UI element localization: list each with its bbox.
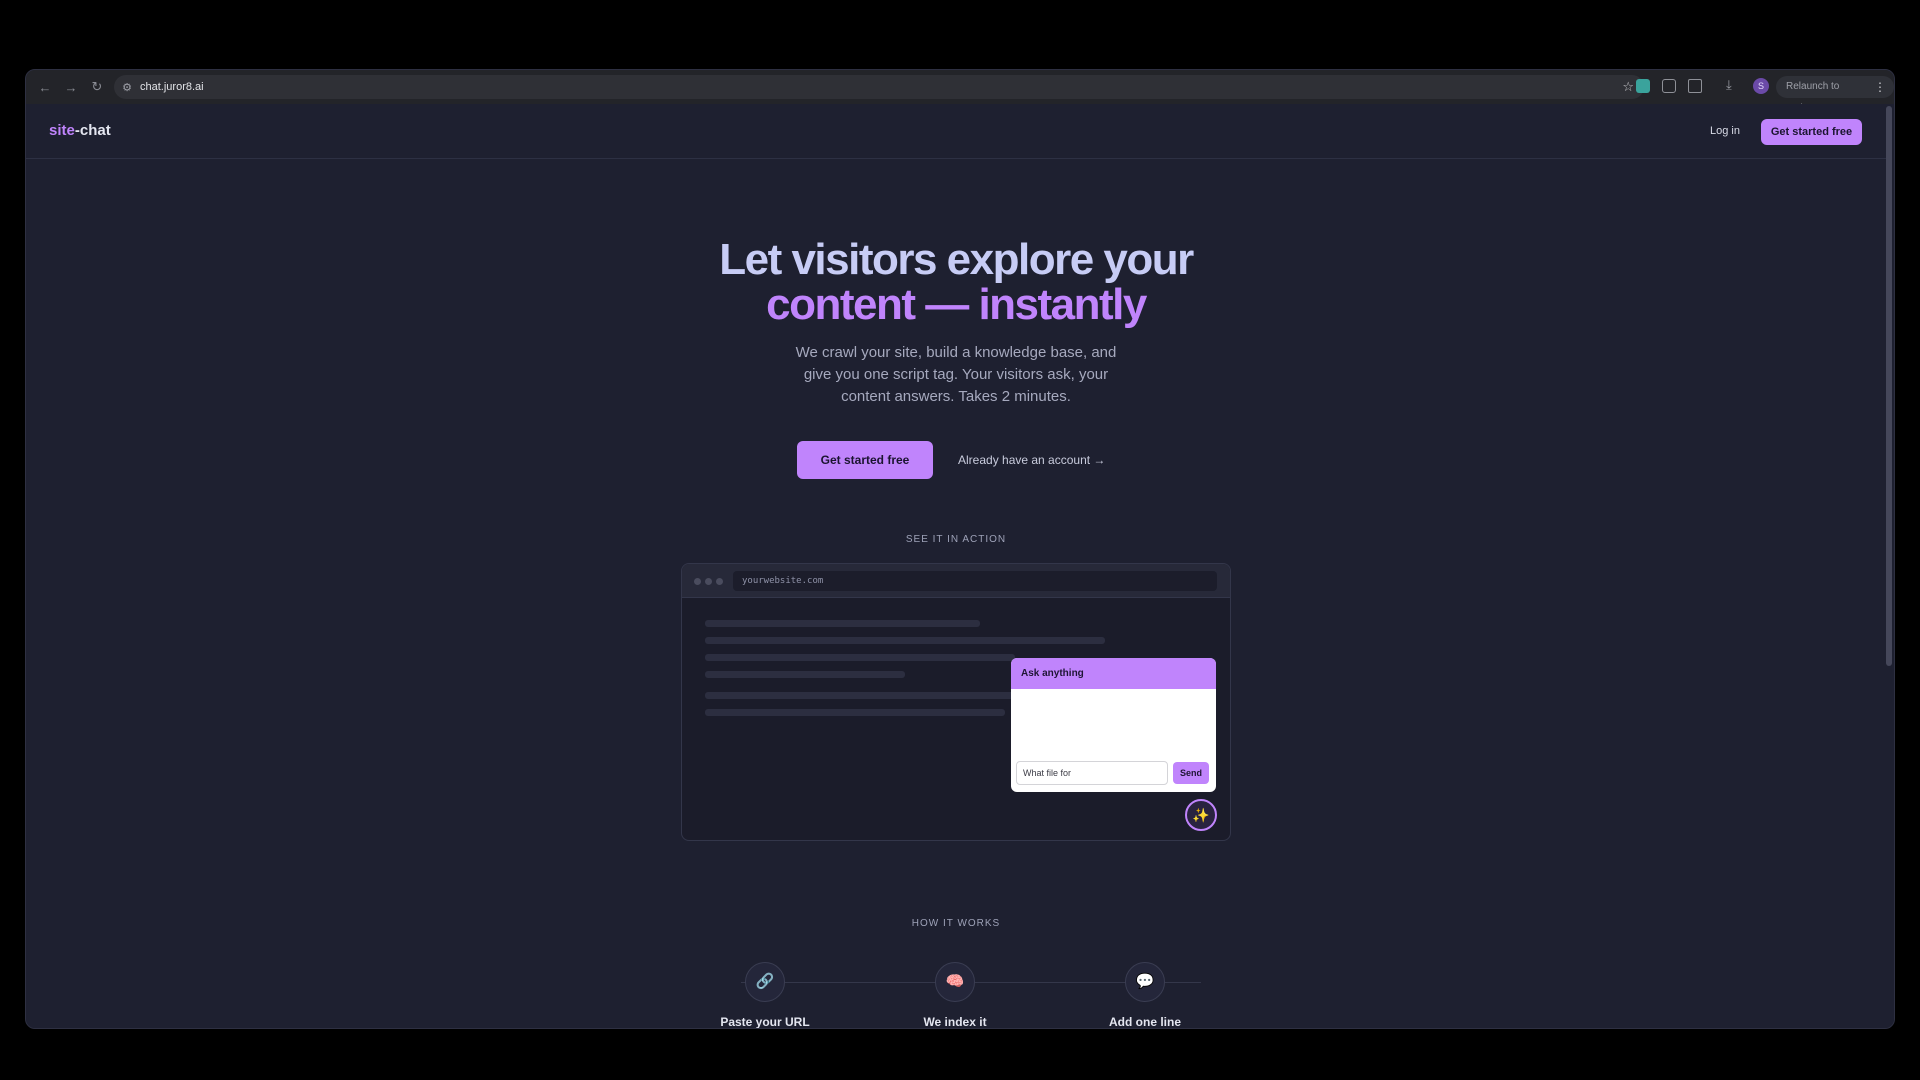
relaunch-button[interactable]: Relaunch to update ⋮ <box>1776 76 1894 114</box>
sparkle-icon[interactable]: ✨ <box>1185 799 1217 831</box>
browser-toolbar: ← → ↻ ⚙ chat.juror8.ai ☆ ⤓ S Relaunch to… <box>26 70 1894 114</box>
step-label: We index it <box>923 1015 987 1029</box>
site-header: site-chat Log in Get started free <box>26 104 1886 159</box>
chat-title: Ask anything <box>1011 658 1216 689</box>
window-dot <box>716 578 723 585</box>
login-link[interactable]: Log in <box>1710 125 1740 137</box>
existing-account-link[interactable]: Already have an account → <box>958 453 1105 467</box>
skeleton-line <box>705 620 980 627</box>
address-bar[interactable]: ⚙ chat.juror8.ai ☆ <box>114 75 1644 99</box>
header-get-started-button[interactable]: Get started free <box>1761 119 1862 145</box>
skeleton-line <box>705 637 1105 644</box>
bookmark-star-icon[interactable]: ☆ <box>1622 79 1634 95</box>
reload-icon[interactable]: ↻ <box>84 74 110 100</box>
site-info-icon[interactable]: ⚙ <box>114 81 140 94</box>
logo-part-chat: -chat <box>74 122 111 139</box>
address-url: chat.juror8.ai <box>140 81 204 93</box>
forward-icon[interactable]: → <box>58 74 84 100</box>
hero-title-line-1: Let visitors explore your <box>719 235 1194 284</box>
chat-bubble-icon: 💬 <box>1125 962 1165 1002</box>
scrollbar[interactable] <box>1886 106 1892 666</box>
hero-get-started-button[interactable]: Get started free <box>797 441 933 479</box>
chat-widget: Ask anything What file for Send <box>1011 658 1216 792</box>
download-icon[interactable]: ⤓ <box>1726 77 1732 93</box>
see-it-in-action-label: SEE IT IN ACTION <box>905 534 1007 545</box>
chat-input[interactable]: What file for <box>1016 761 1168 785</box>
skeleton-line <box>705 692 1015 699</box>
profile-avatar[interactable]: S <box>1753 78 1769 94</box>
skeleton-line <box>705 671 905 678</box>
step-label: Paste your URL <box>720 1015 810 1029</box>
chat-send-button[interactable]: Send <box>1173 762 1209 784</box>
link-icon: 🔗 <box>745 962 785 1002</box>
extension-icon[interactable] <box>1662 79 1676 93</box>
step-label: Add one line <box>1109 1015 1181 1029</box>
demo-preview: yourwebsite.com Ask anything What file f… <box>681 563 1231 841</box>
logo-part-site: site <box>49 122 75 139</box>
hero-subtitle: We crawl your site, build a knowledge ba… <box>795 344 1117 405</box>
skeleton-line <box>705 709 1005 716</box>
demo-browser-bar: yourwebsite.com <box>682 564 1230 598</box>
extension-icon[interactable] <box>1636 79 1650 93</box>
demo-url: yourwebsite.com <box>733 571 1217 591</box>
browser-window: ← → ↻ ⚙ chat.juror8.ai ☆ ⤓ S Relaunch to… <box>25 69 1895 1029</box>
hero-title-line-2: content — instantly <box>766 280 1147 329</box>
back-icon[interactable]: ← <box>32 74 58 100</box>
extensions-puzzle-icon[interactable] <box>1688 79 1702 93</box>
page-content: site-chat Log in Get started free Let vi… <box>26 104 1894 1029</box>
menu-dots-icon: ⋮ <box>1874 80 1886 94</box>
how-it-works-label: HOW IT WORKS <box>911 918 1001 929</box>
skeleton-line <box>705 654 1015 661</box>
window-dot <box>694 578 701 585</box>
brain-icon: 🧠 <box>935 962 975 1002</box>
window-dot <box>705 578 712 585</box>
site-logo[interactable]: site-chat <box>49 122 111 139</box>
